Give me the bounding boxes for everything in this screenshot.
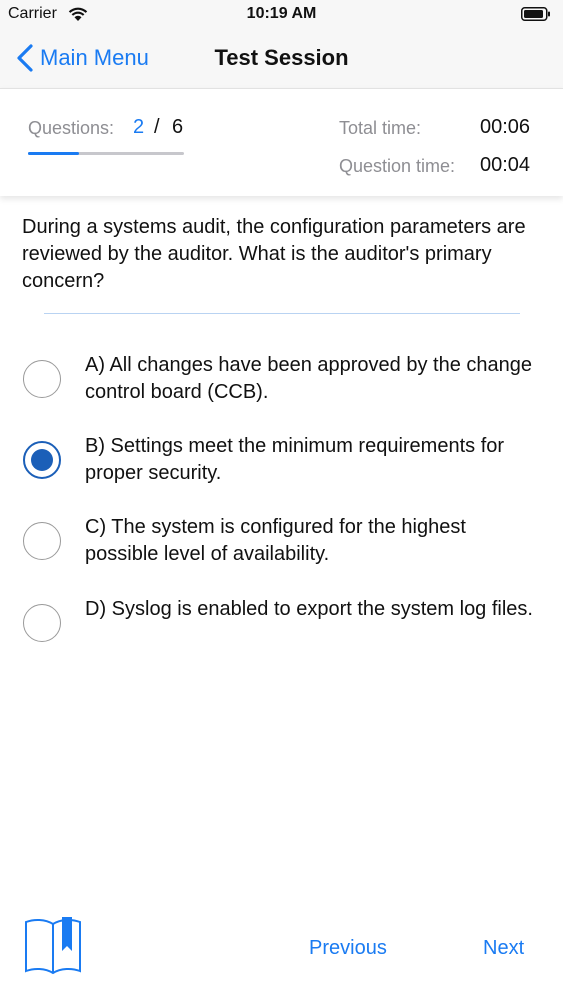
question-time-label: Question time: (339, 156, 456, 176)
status-bar: Carrier 10:19 AM (0, 0, 563, 30)
bookmark-book-icon[interactable] (22, 915, 84, 975)
radio-button-c[interactable] (23, 522, 61, 560)
question-time-value: 00:04 (480, 154, 531, 176)
divider (44, 313, 520, 314)
question-count-separator: / (154, 116, 160, 138)
next-button[interactable]: Next (483, 937, 524, 960)
radio-button-d[interactable] (23, 604, 61, 642)
current-question-number: 2 (133, 116, 145, 138)
answer-option-b[interactable]: B) Settings meet the minimum requirement… (0, 431, 563, 503)
answer-option-d[interactable]: D) Syslog is enabled to export the syste… (0, 594, 563, 666)
answer-text-a: A) All changes have been approved by the… (85, 354, 532, 403)
session-header: Questions: 2 / 6 Total time: 00:06 Quest… (0, 88, 563, 196)
answer-option-c[interactable]: C) The system is configured for the high… (0, 512, 563, 584)
radio-button-a[interactable] (23, 360, 61, 398)
question-progress-fill (28, 152, 80, 155)
question-progress-bar (28, 152, 184, 155)
radio-button-b[interactable] (23, 441, 61, 479)
page-title: Test Session (214, 45, 349, 70)
clock: 10:19 AM (246, 5, 317, 22)
answer-text-c: C) The system is configured for the high… (85, 516, 466, 565)
answer-text-b: B) Settings meet the minimum requirement… (85, 435, 505, 484)
navigation-bar: Main Menu Test Session (0, 30, 563, 88)
radio-selected-dot (31, 449, 53, 471)
battery-icon (521, 7, 550, 21)
answer-option-a[interactable]: A) All changes have been approved by the… (0, 350, 563, 422)
total-questions-number: 6 (172, 116, 184, 138)
question-text: During a systems audit, the configuratio… (22, 216, 526, 292)
questions-label: Questions: (28, 118, 115, 138)
total-time-label: Total time: (339, 118, 422, 138)
total-time-value: 00:06 (480, 116, 531, 138)
answer-text-d: D) Syslog is enabled to export the syste… (85, 598, 533, 620)
previous-button[interactable]: Previous (309, 937, 387, 960)
